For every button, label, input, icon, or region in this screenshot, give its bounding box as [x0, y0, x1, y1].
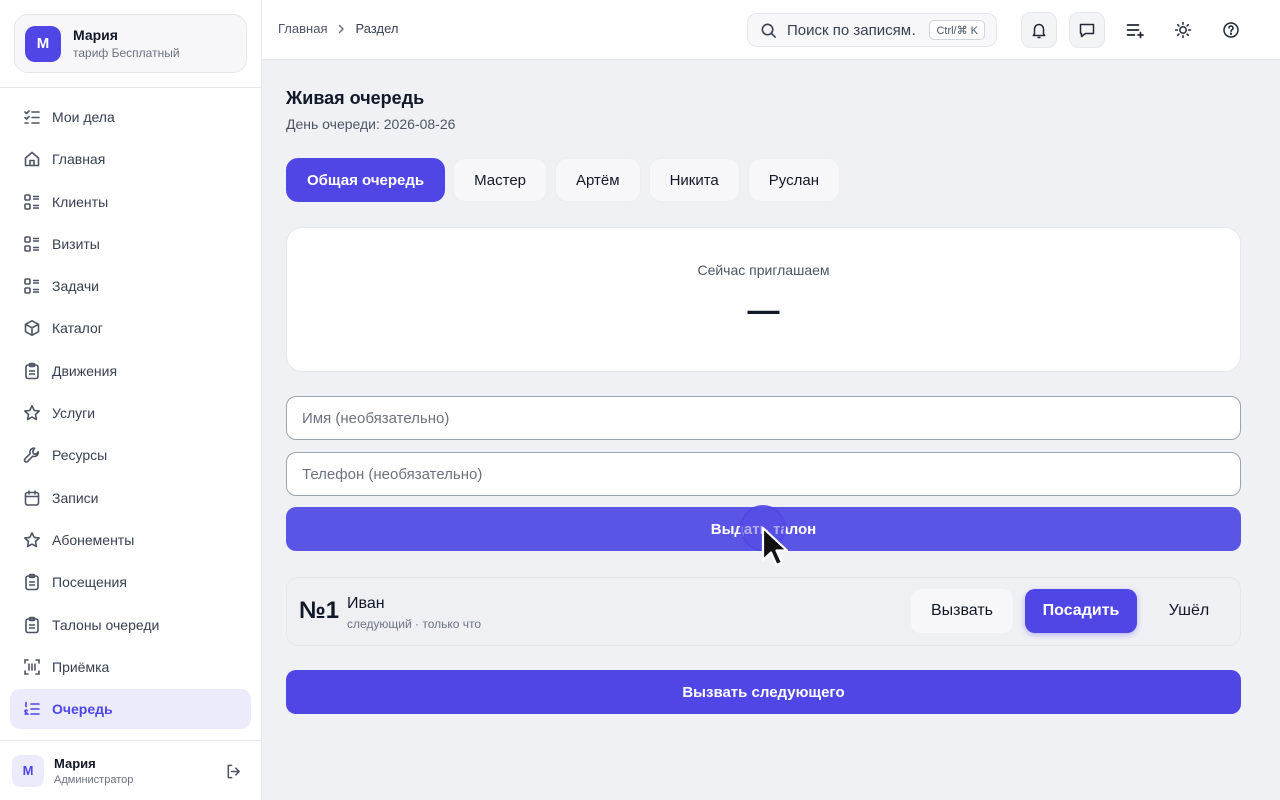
sidebar-item-receiving[interactable]: Приёмка	[10, 647, 251, 687]
theme-toggle[interactable]	[1165, 12, 1201, 48]
chevron-right-icon	[335, 23, 347, 35]
tab-artem[interactable]: Артём	[555, 158, 641, 202]
sidebar-item-catalog[interactable]: Каталог	[10, 308, 251, 348]
sidebar-item-label: Посещения	[52, 574, 127, 591]
add-to-list-button[interactable]	[1117, 12, 1153, 48]
box-icon	[22, 318, 42, 338]
seat-ticket-button[interactable]: Посадить	[1025, 589, 1137, 633]
sidebar-item-home[interactable]: Главная	[10, 139, 251, 179]
search-input[interactable]: Поиск по записям… Ctrl/⌘ K	[747, 13, 997, 47]
help-icon	[1222, 21, 1240, 39]
sun-icon	[1174, 21, 1192, 39]
sidebar-item-movements[interactable]: Движения	[10, 351, 251, 391]
ticket-status: следующий · только что	[347, 617, 482, 631]
breadcrumb-current: Раздел	[355, 21, 399, 36]
sidebar-item-label: Задачи	[52, 278, 100, 295]
logout-button[interactable]	[223, 761, 243, 781]
checklist-icon	[22, 107, 42, 127]
name-field[interactable]	[286, 396, 1241, 440]
bell-icon	[1030, 21, 1048, 39]
messages-button[interactable]	[1069, 12, 1105, 48]
user-role: Администратор	[54, 773, 134, 786]
account-name: Мария	[73, 27, 118, 43]
sidebar-nav: Мои дела Главная Клиенты Визиты Задачи К…	[10, 97, 251, 731]
sidebar-item-label: Клиенты	[52, 193, 109, 210]
sidebar-item-my-tasks[interactable]: Мои дела	[10, 97, 251, 137]
sidebar-item-services[interactable]: Услуги	[10, 393, 251, 433]
tab-general-queue[interactable]: Общая очередь	[286, 158, 446, 202]
page-title: Живая очередь	[286, 88, 425, 108]
star-icon	[22, 530, 42, 550]
tab-master[interactable]: Мастер	[453, 158, 548, 202]
sidebar-item-label: Ресурсы	[52, 447, 108, 464]
ticket-number: №1	[299, 597, 340, 624]
now-inviting-card: Сейчас приглашаем —	[286, 227, 1241, 372]
now-inviting-label: Сейчас приглашаем	[697, 262, 830, 278]
sidebar-item-resources[interactable]: Ресурсы	[10, 435, 251, 475]
list-icon	[22, 234, 42, 254]
sidebar-item-label: Абонементы	[52, 531, 135, 548]
sidebar-item-subscriptions[interactable]: Абонементы	[10, 520, 251, 560]
call-next-button[interactable]: Вызвать следующего	[286, 670, 1241, 714]
queue-tabs: Общая очередь Мастер Артём Никита Руслан	[286, 158, 848, 202]
page-subtitle: День очереди: 2026-08-26	[286, 116, 456, 132]
user-panel: М Мария Администратор	[0, 740, 261, 800]
sidebar-item-visits[interactable]: Визиты	[10, 224, 251, 264]
sidebar-item-label: Записи	[52, 489, 99, 506]
sidebar-item-queue-tickets[interactable]: Талоны очереди	[10, 605, 251, 645]
list-add-icon	[1125, 20, 1145, 40]
list-item: №1 Иван следующий · только что Вызвать П…	[286, 577, 1241, 646]
home-icon	[22, 149, 42, 169]
list-icon	[22, 192, 42, 212]
sidebar-item-label: Очередь	[52, 701, 113, 718]
sidebar-item-label: Движения	[52, 362, 118, 379]
user-name: Мария	[54, 755, 96, 771]
account-plan: тариф Бесплатный	[73, 46, 180, 60]
clipboard-icon	[22, 361, 42, 381]
clipboard-icon	[22, 572, 42, 592]
account-avatar: М	[25, 25, 61, 62]
ordered-list-icon	[22, 699, 42, 719]
now-inviting-value: —	[747, 292, 780, 328]
ticket-left-button[interactable]: Ушёл	[1147, 589, 1231, 633]
sidebar-item-label: Визиты	[52, 235, 100, 252]
sidebar-item-label: Талоны очереди	[52, 616, 160, 633]
breadcrumb-home[interactable]: Главная	[278, 21, 327, 36]
wrench-icon	[22, 445, 42, 465]
sidebar-item-label: Услуги	[52, 405, 96, 422]
account-switcher[interactable]: М Мария тариф Бесплатный	[14, 14, 247, 73]
help-button[interactable]	[1213, 12, 1249, 48]
sidebar-item-clients[interactable]: Клиенты	[10, 182, 251, 222]
chat-icon	[1078, 21, 1096, 39]
phone-field[interactable]	[286, 452, 1241, 496]
issue-ticket-button[interactable]: Выдать талон	[286, 507, 1241, 551]
logout-icon	[225, 763, 242, 780]
sidebar-item-label: Каталог	[52, 320, 103, 337]
tab-nikita[interactable]: Никита	[648, 158, 740, 202]
search-placeholder: Поиск по записям…	[787, 21, 915, 39]
calendar-icon	[22, 488, 42, 508]
topbar: Главная Раздел Поиск по записям… Ctrl/⌘ …	[262, 0, 1280, 60]
search-icon	[760, 21, 778, 39]
clipboard-icon	[22, 615, 42, 635]
sidebar-item-attendance[interactable]: Посещения	[10, 562, 251, 602]
sidebar-item-label: Главная	[52, 151, 106, 168]
list-icon	[22, 276, 42, 296]
notifications-button[interactable]	[1021, 12, 1057, 48]
breadcrumb: Главная Раздел	[278, 21, 398, 36]
sidebar-item-tasks[interactable]: Задачи	[10, 266, 251, 306]
sidebar: М Мария тариф Бесплатный Мои дела Главна…	[0, 0, 262, 800]
avatar: М	[12, 754, 44, 787]
sidebar-item-queue[interactable]: Очередь	[10, 689, 251, 730]
sidebar-item-bookings[interactable]: Записи	[10, 478, 251, 518]
sidebar-divider	[0, 87, 261, 88]
ticket-client-name: Иван	[347, 595, 385, 612]
call-ticket-button[interactable]: Вызвать	[911, 589, 1013, 633]
barcode-scan-icon	[22, 657, 42, 677]
star-icon	[22, 403, 42, 423]
search-shortcut: Ctrl/⌘ K	[929, 20, 985, 40]
sidebar-item-label: Мои дела	[52, 109, 115, 125]
sidebar-item-label: Приёмка	[52, 658, 110, 675]
tab-ruslan[interactable]: Руслан	[747, 158, 840, 202]
